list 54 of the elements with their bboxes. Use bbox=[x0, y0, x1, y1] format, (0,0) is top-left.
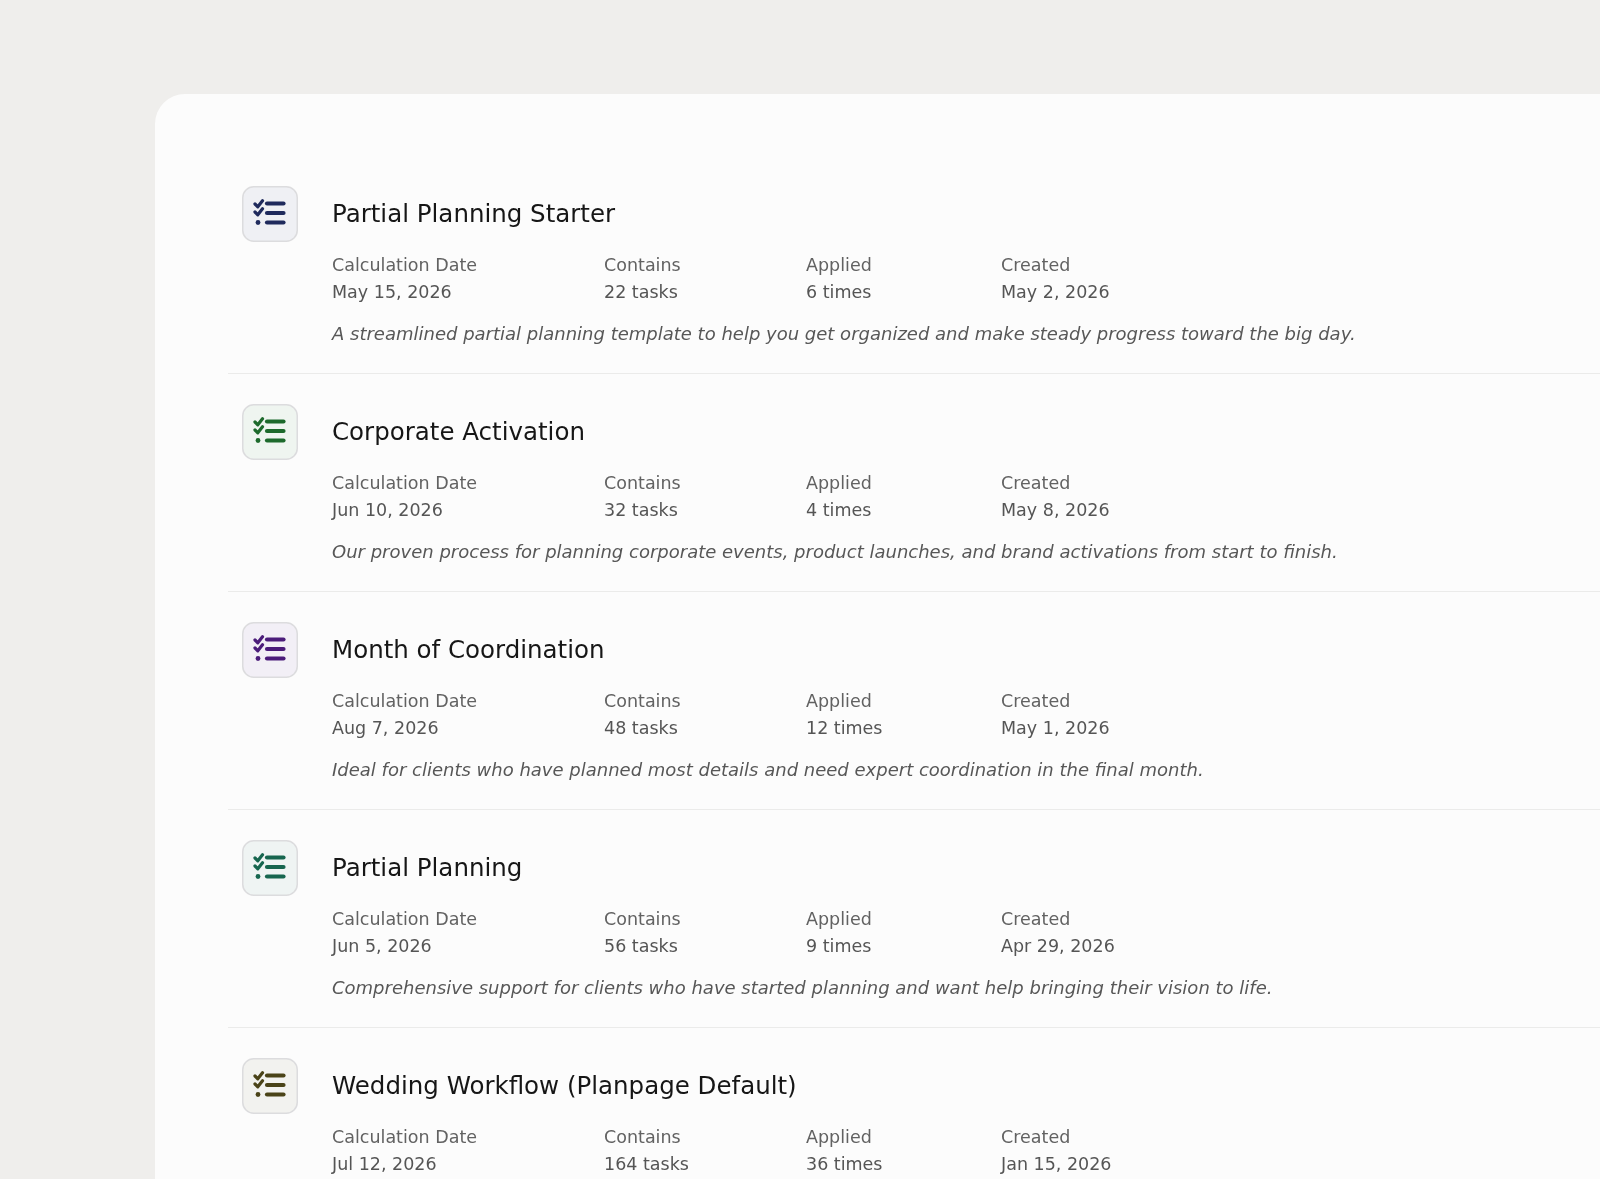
field-label: Created bbox=[1001, 690, 1072, 713]
field-value: 48 tasks bbox=[604, 717, 679, 740]
field-value: Jun 10, 2026 bbox=[332, 499, 444, 522]
field-value: 22 tasks bbox=[604, 281, 679, 304]
field-value: May 2, 2026 bbox=[1001, 281, 1111, 304]
field-label: Calculation Date bbox=[332, 254, 479, 277]
field-label: Applied bbox=[806, 1126, 873, 1149]
field-value: Jan 15, 2026 bbox=[1001, 1153, 1113, 1176]
field-label: Calculation Date bbox=[332, 690, 479, 713]
field-value: 56 tasks bbox=[604, 935, 679, 958]
field-value: 12 times bbox=[806, 717, 884, 740]
field-value: 36 times bbox=[806, 1153, 884, 1176]
field-label: Created bbox=[1001, 908, 1072, 931]
field-value: 164 tasks bbox=[604, 1153, 690, 1176]
field-value: 32 tasks bbox=[604, 499, 679, 522]
field-value: Apr 29, 2026 bbox=[1001, 935, 1116, 958]
field-label: Calculation Date bbox=[332, 1126, 479, 1149]
template-title: Month of Coordination bbox=[332, 634, 606, 666]
checklist-icon bbox=[242, 840, 298, 896]
template-description: A streamlined partial planning template to help you get organized and make steady progress toward the big day. bbox=[332, 322, 1357, 346]
template-description: Our proven process for planning corporate events, product launches, and brand activations from start to finish. bbox=[332, 540, 1339, 564]
field-value: 6 times bbox=[806, 281, 873, 304]
field-label: Created bbox=[1001, 1126, 1072, 1149]
field-value: May 8, 2026 bbox=[1001, 499, 1111, 522]
field-label: Contains bbox=[604, 254, 682, 277]
field-label: Applied bbox=[806, 690, 873, 713]
template-description: Ideal for clients who have planned most details and need expert coordination in the final month. bbox=[332, 758, 1205, 782]
checklist-icon bbox=[242, 622, 298, 678]
field-label: Created bbox=[1001, 254, 1072, 277]
field-label: Contains bbox=[604, 908, 682, 931]
field-value: Jun 5, 2026 bbox=[332, 935, 433, 958]
checklist-icon bbox=[242, 186, 298, 242]
field-value: May 1, 2026 bbox=[1001, 717, 1111, 740]
field-value: 4 times bbox=[806, 499, 873, 522]
field-value: 9 times bbox=[806, 935, 873, 958]
field-label: Contains bbox=[604, 472, 682, 495]
field-label: Applied bbox=[806, 472, 873, 495]
template-title: Partial Planning bbox=[332, 852, 524, 884]
template-description: Comprehensive support for clients who have started planning and want help bringing their vision to life. bbox=[332, 976, 1274, 1000]
checklist-icon bbox=[242, 1058, 298, 1114]
field-label: Applied bbox=[806, 908, 873, 931]
field-label: Calculation Date bbox=[332, 908, 479, 931]
field-label: Calculation Date bbox=[332, 472, 479, 495]
field-label: Contains bbox=[604, 690, 682, 713]
field-label: Applied bbox=[806, 254, 873, 277]
field-value: Aug 7, 2026 bbox=[332, 717, 440, 740]
field-value: May 15, 2026 bbox=[332, 281, 453, 304]
template-title: Corporate Activation bbox=[332, 416, 586, 448]
field-label: Created bbox=[1001, 472, 1072, 495]
field-value: Jul 12, 2026 bbox=[332, 1153, 438, 1176]
field-label: Contains bbox=[604, 1126, 682, 1149]
template-title: Wedding Workflow (Planpage Default) bbox=[332, 1070, 798, 1102]
template-title: Partial Planning Starter bbox=[332, 198, 617, 230]
checklist-icon bbox=[242, 404, 298, 460]
